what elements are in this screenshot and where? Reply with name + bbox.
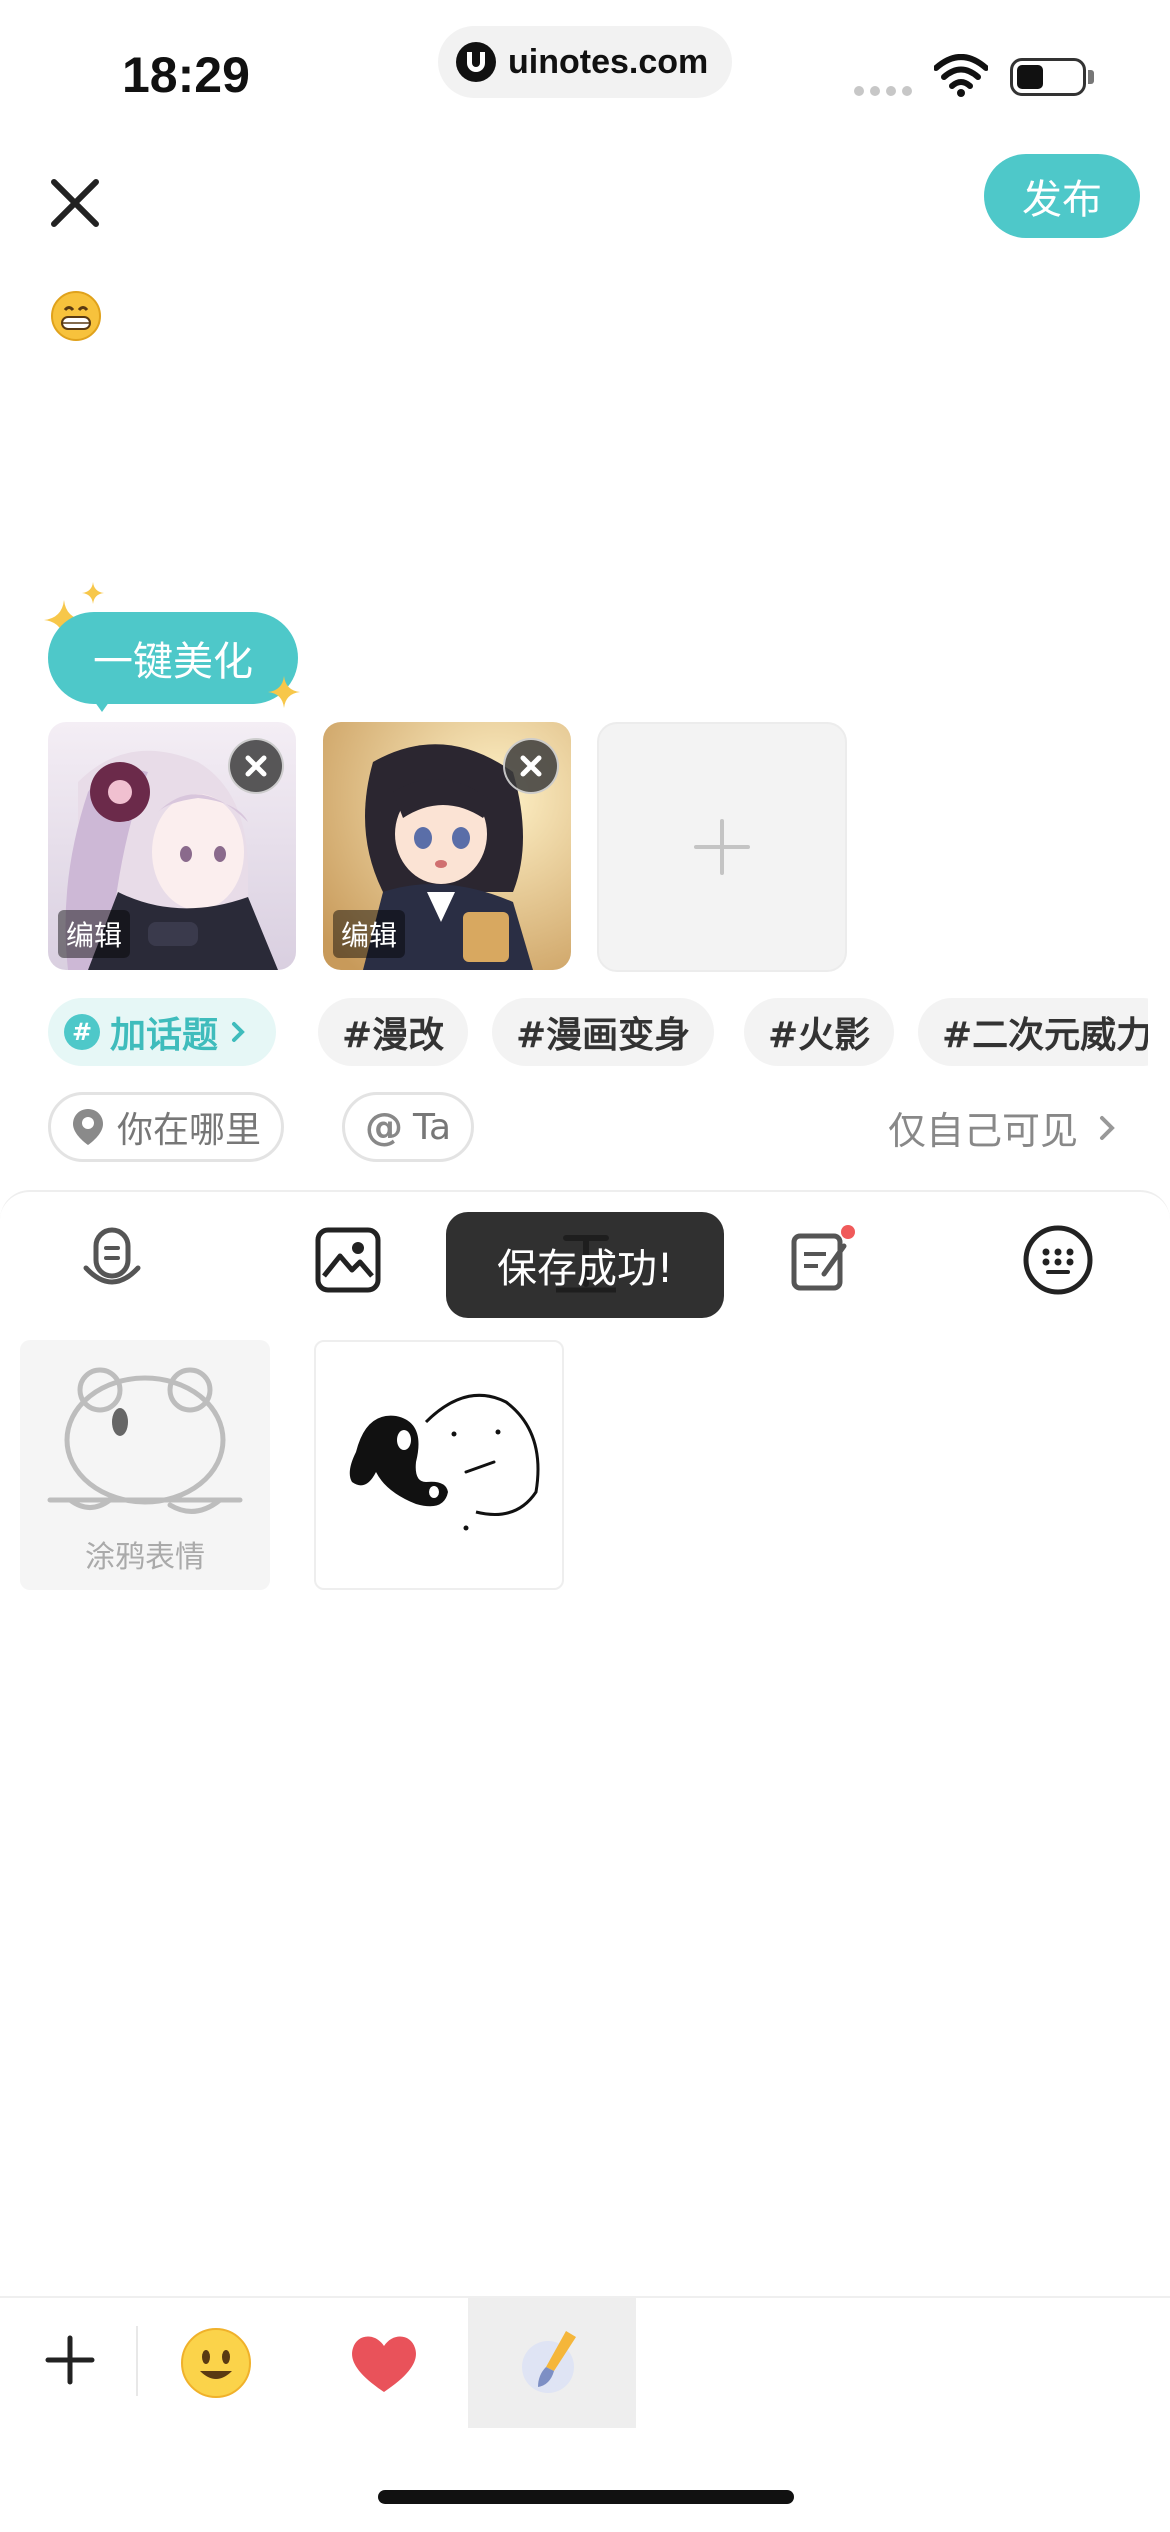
topic-chip[interactable]: #漫改 — [318, 998, 469, 1066]
voice-icon[interactable] — [76, 1224, 148, 1296]
plus-icon — [694, 819, 750, 875]
sparkle-icon — [268, 676, 300, 708]
image-thumbnail[interactable]: 编辑 — [323, 722, 571, 970]
add-image-button[interactable] — [597, 722, 847, 972]
emoji-tab[interactable] — [132, 2298, 300, 2428]
doodle-sticker-button[interactable]: 涂鸦表情 — [20, 1340, 270, 1590]
topic-row: # 加话题 #漫改 #漫画变身 #火影 #二次元威力 — [0, 990, 1148, 1080]
emoji-icon — [181, 2328, 251, 2398]
publish-button[interactable]: 发布 — [984, 154, 1140, 238]
status-time: 18:29 — [122, 47, 250, 103]
note-edit-icon[interactable] — [786, 1224, 858, 1296]
doodle-ghost-sticker — [349, 1393, 540, 1531]
beautify-bubble-tail — [92, 698, 112, 712]
url-text: uinotes.com — [508, 42, 709, 81]
home-indicator — [378, 2490, 794, 2504]
save-success-toast: 保存成功! — [446, 1212, 724, 1318]
mention-button[interactable]: @ Ta — [342, 1092, 475, 1162]
site-logo-icon — [456, 42, 496, 82]
topic-chip[interactable]: #漫画变身 — [492, 998, 715, 1066]
beautify-button[interactable]: 一键美化 — [48, 612, 298, 704]
favorites-tab[interactable] — [300, 2298, 468, 2428]
remove-image-button[interactable] — [228, 738, 284, 794]
location-placeholder: 你在哪里 — [117, 1110, 262, 1151]
signal-icon — [854, 86, 912, 96]
battery-icon — [1010, 58, 1086, 96]
visibility-selector[interactable]: 仅自己可见 — [888, 1100, 1120, 1155]
image-thumbnail[interactable]: 编辑 — [48, 722, 296, 970]
add-topic-label: 加话题 — [110, 1015, 219, 1056]
location-button[interactable]: 你在哪里 — [48, 1092, 285, 1162]
heart-icon — [352, 2336, 416, 2392]
battery-cap — [1088, 70, 1094, 84]
image-icon[interactable] — [312, 1224, 384, 1296]
doodle-sticker-label: 涂鸦表情 — [85, 1540, 205, 1575]
url-pill[interactable]: uinotes.com — [438, 26, 732, 98]
wifi-icon — [934, 54, 988, 97]
sparkle-icon — [82, 582, 104, 604]
mention-label: Ta — [413, 1106, 452, 1148]
topic-chip[interactable]: #火影 — [744, 998, 895, 1066]
visibility-label: 仅自己可见 — [887, 1109, 1078, 1153]
at-icon: @ — [365, 1105, 403, 1149]
location-pin-icon — [73, 1109, 103, 1145]
hashtag-icon: # — [64, 1014, 100, 1050]
remove-image-button[interactable] — [503, 738, 559, 794]
chevron-right-icon — [1100, 1115, 1115, 1140]
grinning-face-icon — [51, 291, 101, 341]
close-icon — [245, 755, 267, 777]
keyboard-icon[interactable] — [1022, 1224, 1094, 1296]
close-icon[interactable] — [44, 172, 106, 234]
brush-icon — [522, 2331, 576, 2393]
topic-chip[interactable]: #二次元威力 — [918, 998, 1148, 1066]
edit-image-label[interactable]: 编辑 — [58, 910, 131, 958]
add-topic-button[interactable]: # 加话题 — [48, 998, 277, 1066]
sticker-item[interactable] — [314, 1340, 564, 1590]
chevron-right-icon — [232, 1022, 245, 1042]
close-icon — [520, 755, 542, 777]
edit-image-label[interactable]: 编辑 — [333, 910, 406, 958]
doodle-bear-icon — [47, 1367, 243, 1514]
doodle-tab[interactable] — [468, 2298, 636, 2428]
add-icon[interactable] — [40, 2330, 100, 2390]
